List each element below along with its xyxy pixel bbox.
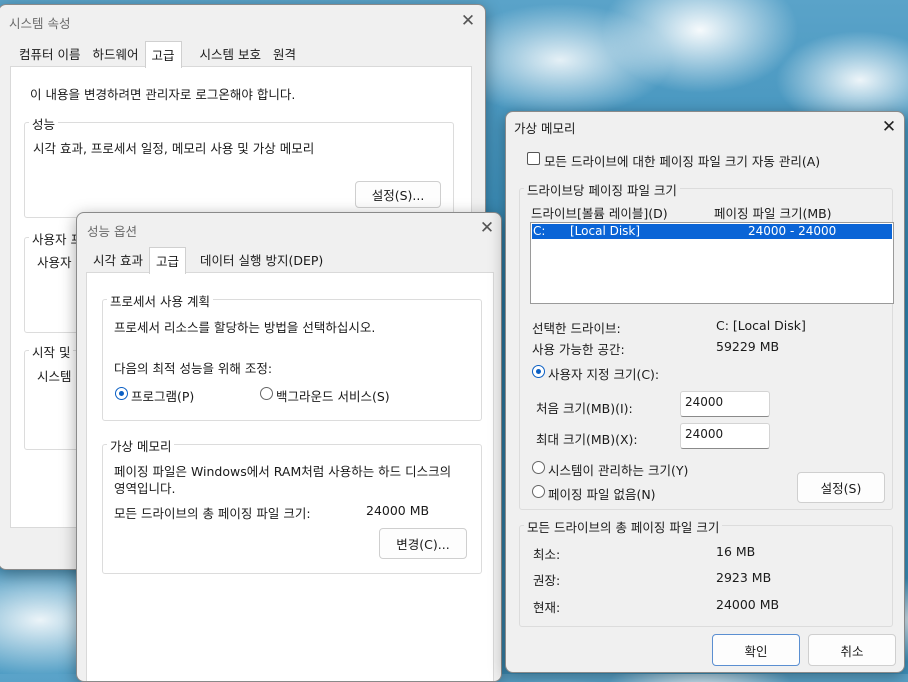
window-title: 성능 옵션: [87, 224, 137, 239]
drive-volume: [Local Disk]: [570, 224, 641, 238]
selected-drive-label: 선택한 드라이브:: [532, 321, 621, 336]
totals-group-label: 모든 드라이브의 총 페이징 파일 크기: [524, 517, 723, 536]
processor-description: 프로세서 리소스를 할당하는 방법을 선택하십시오.: [114, 320, 376, 335]
startup-recovery-group-label: 시작 및: [29, 342, 74, 361]
drive-row-c[interactable]: C: [Local Disk] 24000 - 24000: [532, 224, 892, 239]
advanced-tab-panel: 프로세서 사용 계획 프로세서 리소스를 할당하는 방법을 선택하십시오. 다음…: [86, 272, 494, 681]
performance-settings-button[interactable]: 설정(S)...: [355, 181, 441, 208]
tab-bar: 시각 효과 고급 데이터 실행 방지(DEP): [87, 247, 329, 274]
background-services-radio[interactable]: [260, 387, 273, 400]
per-drive-group: 드라이브당 페이징 파일 크기 드라이브[볼륨 레이블](D) 페이징 파일 크…: [519, 180, 894, 510]
programs-radio-label[interactable]: 프로그램(P): [131, 386, 194, 405]
drive-listbox[interactable]: C: [Local Disk] 24000 - 24000: [530, 222, 894, 304]
custom-size-label[interactable]: 사용자 지정 크기(C):: [548, 364, 659, 383]
window-title: 시스템 속성: [9, 16, 71, 31]
programs-radio[interactable]: [115, 387, 128, 400]
tab-visual-effects[interactable]: 시각 효과: [87, 247, 149, 273]
maximum-size-input[interactable]: 24000: [680, 423, 770, 449]
system-managed-label[interactable]: 시스템이 관리하는 크기(Y): [548, 460, 688, 479]
virtual-memory-group-label: 가상 메모리: [107, 436, 175, 455]
auto-manage-label[interactable]: 모든 드라이브에 대한 페이징 파일 크기 자동 관리(A): [544, 151, 820, 170]
column-drive-header: 드라이브[볼륨 레이블](D): [531, 206, 668, 221]
recommended-value: 2923 MB: [716, 570, 772, 585]
ok-button[interactable]: 확인: [712, 634, 800, 666]
performance-options-window: 성능 옵션 ✕ 시각 효과 고급 데이터 실행 방지(DEP) 프로세서 사용 …: [76, 212, 502, 682]
tab-dep[interactable]: 데이터 실행 방지(DEP): [194, 247, 329, 273]
admin-notice: 이 내용을 변경하려면 관리자로 로그온해야 합니다.: [30, 87, 296, 102]
available-space-label: 사용 가능한 공간:: [532, 342, 625, 357]
virtual-memory-dialog: 가상 메모리 ✕ 모든 드라이브에 대한 페이징 파일 크기 자동 관리(A) …: [505, 111, 905, 673]
tab-remote[interactable]: 원격: [267, 41, 302, 67]
current-label: 현재:: [533, 600, 561, 615]
auto-manage-checkbox[interactable]: [527, 152, 540, 165]
adjust-label: 다음의 최적 성능을 위해 조정:: [114, 361, 273, 376]
change-button[interactable]: 변경(C)...: [379, 528, 467, 559]
tab-bar: 컴퓨터 이름 하드웨어 고급 시스템 보호 원격: [13, 41, 302, 68]
virtual-memory-group: 가상 메모리 페이징 파일은 Windows에서 RAM처럼 사용하는 하드 디…: [102, 436, 482, 574]
tab-advanced[interactable]: 고급: [144, 41, 182, 68]
initial-size-input[interactable]: 24000: [680, 391, 770, 417]
drive-paging-size: 24000 - 24000: [748, 224, 837, 238]
cancel-button[interactable]: 취소: [808, 634, 896, 666]
background-services-radio-label[interactable]: 백그라운드 서비스(S): [276, 386, 390, 405]
tab-advanced[interactable]: 고급: [148, 247, 186, 274]
processor-scheduling-group: 프로세서 사용 계획 프로세서 리소스를 할당하는 방법을 선택하십시오. 다음…: [102, 291, 482, 421]
set-button[interactable]: 설정(S): [797, 472, 885, 503]
maximum-size-label: 최대 크기(MB)(X):: [536, 432, 638, 447]
total-paging-label: 모든 드라이브의 총 페이징 파일 크기:: [114, 506, 311, 521]
performance-group-label: 성능: [29, 114, 59, 133]
current-value: 24000 MB: [716, 597, 780, 612]
dialog-title: 가상 메모리: [514, 121, 576, 136]
system-managed-radio[interactable]: [532, 461, 545, 474]
totals-group: 모든 드라이브의 총 페이징 파일 크기 최소: 16 MB 권장: 2923 …: [519, 517, 893, 627]
available-space-value: 59229 MB: [716, 339, 780, 354]
close-icon[interactable]: ✕: [878, 116, 900, 138]
performance-group: 성능 시각 효과, 프로세서 일정, 메모리 사용 및 가상 메모리 설정(S)…: [24, 114, 454, 218]
selected-drive-value: C: [Local Disk]: [716, 318, 806, 333]
performance-description: 시각 효과, 프로세서 일정, 메모리 사용 및 가상 메모리: [33, 141, 315, 156]
tab-hardware[interactable]: 하드웨어: [86, 41, 144, 67]
total-paging-value: 24000 MB: [366, 503, 430, 518]
tab-computer-name[interactable]: 컴퓨터 이름: [13, 41, 86, 67]
column-size-header: 페이징 파일 크기(MB): [714, 206, 832, 221]
initial-size-label: 처음 크기(MB)(I):: [536, 401, 633, 416]
per-drive-group-label: 드라이브당 페이징 파일 크기: [524, 180, 680, 199]
close-icon[interactable]: ✕: [457, 10, 479, 32]
startup-recovery-text: 시스템: [37, 369, 72, 384]
recommended-label: 권장:: [533, 573, 561, 588]
virtual-memory-description-line2: 영역입니다.: [114, 481, 176, 496]
user-profile-text: 사용자: [37, 255, 72, 270]
custom-size-radio[interactable]: [532, 365, 545, 378]
no-paging-file-radio[interactable]: [532, 485, 545, 498]
drive-letter: C:: [533, 224, 546, 238]
minimum-label: 최소:: [533, 547, 561, 562]
tab-system-protection[interactable]: 시스템 보호: [194, 41, 267, 67]
no-paging-file-label[interactable]: 페이징 파일 없음(N): [548, 484, 656, 503]
minimum-value: 16 MB: [716, 544, 756, 559]
close-icon[interactable]: ✕: [476, 217, 498, 239]
processor-group-label: 프로세서 사용 계획: [107, 291, 213, 310]
